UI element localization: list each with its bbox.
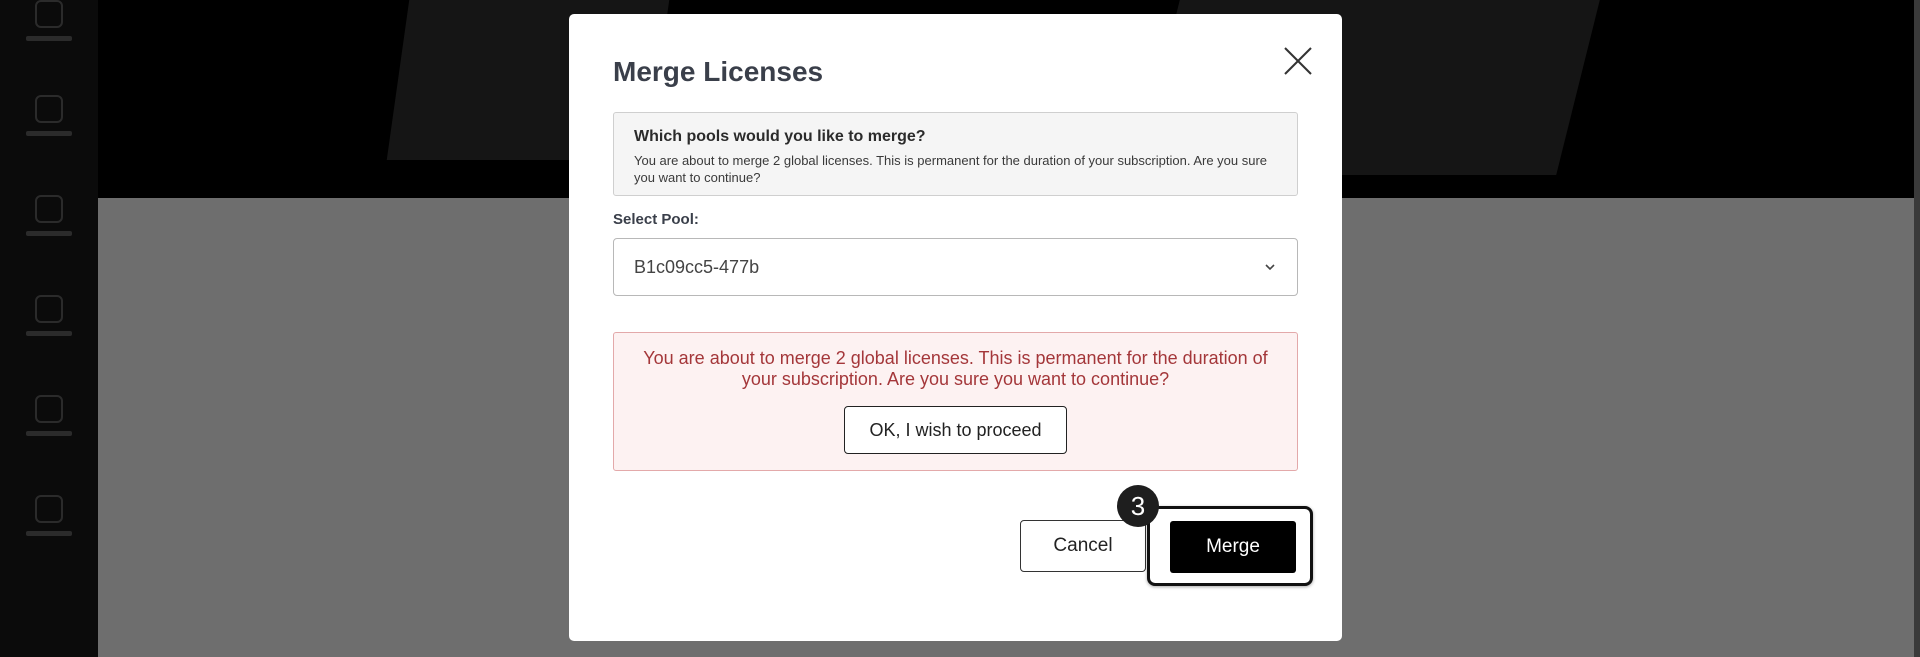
background-scrollbar xyxy=(1914,0,1920,657)
close-button[interactable] xyxy=(1282,45,1314,77)
step-number-badge: 3 xyxy=(1117,485,1159,527)
background-nav-item xyxy=(14,0,84,60)
proceed-button[interactable]: OK, I wish to proceed xyxy=(844,406,1067,454)
background-nav-item xyxy=(14,295,84,355)
cancel-button[interactable]: Cancel xyxy=(1020,520,1146,572)
chevron-down-icon xyxy=(1265,264,1275,271)
background-nav-item xyxy=(14,195,84,255)
merge-button[interactable]: Merge xyxy=(1170,521,1296,573)
info-title: Which pools would you like to merge? xyxy=(634,128,926,145)
select-pool-dropdown[interactable]: B1c09cc5-477b xyxy=(613,238,1298,296)
info-panel: Which pools would you like to merge? You… xyxy=(613,112,1298,196)
close-icon xyxy=(1284,47,1312,75)
modal-title: Merge Licenses xyxy=(613,56,824,87)
merge-licenses-modal: Merge Licenses Which pools would you lik… xyxy=(569,14,1342,641)
warning-text: You are about to merge 2 global licenses… xyxy=(643,348,1268,389)
merge-button-highlight: Merge xyxy=(1147,506,1313,586)
background-nav-item xyxy=(14,95,84,155)
background-nav-item xyxy=(14,395,84,455)
background-sidebar xyxy=(0,0,98,657)
warning-panel: You are about to merge 2 global licenses… xyxy=(613,332,1298,471)
select-pool-value: B1c09cc5-477b xyxy=(634,256,760,277)
info-text: You are about to merge 2 global licenses… xyxy=(634,153,1268,185)
select-pool-label: Select Pool: xyxy=(613,211,699,228)
background-nav-item xyxy=(14,495,84,555)
